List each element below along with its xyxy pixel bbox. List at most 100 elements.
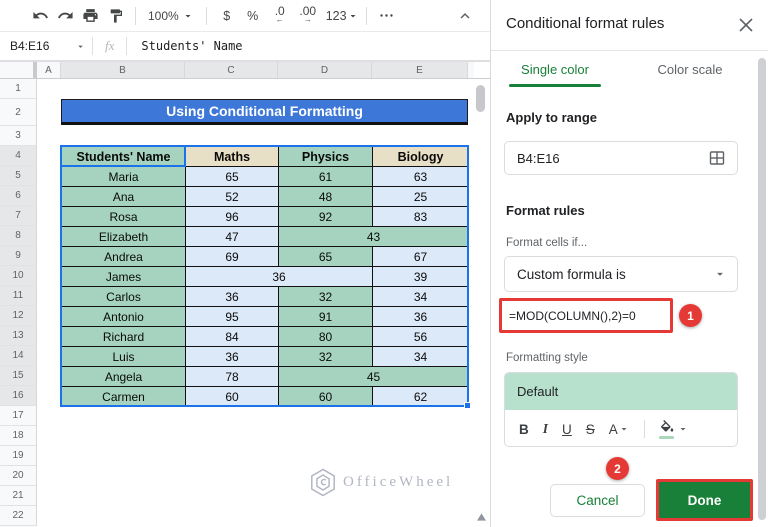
table-header-cell[interactable]: Students' Name: [62, 147, 186, 167]
fill-handle[interactable]: [464, 402, 471, 409]
strikethrough-button[interactable]: S: [586, 422, 595, 437]
table-cell[interactable]: 84: [186, 327, 279, 347]
column-header-C[interactable]: C: [185, 62, 278, 78]
table-cell[interactable]: Antonio: [62, 307, 186, 327]
table-header-cell[interactable]: Physics: [279, 147, 373, 167]
percent-format-button[interactable]: %: [240, 9, 266, 23]
table-cell[interactable]: Andrea: [62, 247, 186, 267]
table-cell[interactable]: 91: [279, 307, 373, 327]
tab-single-color[interactable]: Single color: [509, 62, 601, 77]
row-header-8[interactable]: 8: [0, 226, 37, 246]
table-cell[interactable]: 67: [373, 247, 469, 267]
row-header-22[interactable]: 22: [0, 506, 37, 526]
number-format-button[interactable]: 123: [326, 9, 359, 23]
table-cell[interactable]: 36: [373, 307, 469, 327]
table-cell[interactable]: 95: [186, 307, 279, 327]
table-cell[interactable]: 61: [279, 167, 373, 187]
table-cell[interactable]: 36: [186, 287, 279, 307]
table-cell[interactable]: 25: [373, 187, 469, 207]
table-cell[interactable]: James: [62, 267, 186, 287]
row-header-12[interactable]: 12: [0, 306, 37, 326]
column-header-B[interactable]: B: [61, 62, 185, 78]
bold-button[interactable]: B: [519, 422, 529, 437]
title-banner-cell[interactable]: Using Conditional Formatting: [61, 99, 468, 125]
panel-scrollbar-thumb[interactable]: [758, 58, 766, 520]
column-header-A[interactable]: A: [37, 62, 61, 78]
print-icon[interactable]: [78, 3, 103, 28]
custom-formula-input[interactable]: =MOD(COLUMN(),2)=0: [499, 298, 673, 333]
table-cell[interactable]: 34: [373, 287, 469, 307]
table-cell[interactable]: 32: [279, 347, 373, 367]
currency-format-button[interactable]: $: [214, 9, 240, 23]
close-icon[interactable]: [739, 18, 753, 32]
column-header-E[interactable]: E: [372, 62, 468, 78]
more-options-icon[interactable]: [374, 3, 399, 28]
italic-button[interactable]: I: [543, 421, 548, 437]
range-input[interactable]: B4:E16: [504, 141, 738, 175]
table-cell[interactable]: 63: [373, 167, 469, 187]
table-cell[interactable]: 52: [186, 187, 279, 207]
table-cell[interactable]: 32: [279, 287, 373, 307]
row-header-14[interactable]: 14: [0, 346, 37, 366]
row-header-9[interactable]: 9: [0, 246, 37, 266]
row-header-19[interactable]: 19: [0, 446, 37, 466]
table-cell[interactable]: 47: [186, 227, 279, 247]
name-box[interactable]: B4:E16: [0, 39, 86, 53]
fill-color-button[interactable]: [659, 420, 689, 439]
table-cell[interactable]: 62: [373, 387, 469, 407]
table-cell[interactable]: Carmen: [62, 387, 186, 407]
collapse-toolbar-icon[interactable]: [456, 7, 474, 25]
select-data-range-icon[interactable]: [709, 150, 725, 166]
table-cell[interactable]: 92: [279, 207, 373, 227]
row-header-20[interactable]: 20: [0, 466, 37, 486]
table-cell[interactable]: 48: [279, 187, 373, 207]
row-header-13[interactable]: 13: [0, 326, 37, 346]
table-cell[interactable]: Rosa: [62, 207, 186, 227]
sheet-scrollbar-thumb[interactable]: [476, 85, 485, 112]
paint-format-icon[interactable]: [103, 3, 128, 28]
table-cell[interactable]: 36: [186, 347, 279, 367]
table-cell[interactable]: Elizabeth: [62, 227, 186, 247]
done-button[interactable]: Done: [659, 482, 750, 518]
row-header-15[interactable]: 15: [0, 366, 37, 386]
table-cell[interactable]: 36: [186, 267, 373, 287]
table-cell[interactable]: 83: [373, 207, 469, 227]
row-header-21[interactable]: 21: [0, 486, 37, 506]
condition-dropdown[interactable]: Custom formula is: [504, 256, 738, 292]
table-cell[interactable]: 56: [373, 327, 469, 347]
zoom-select[interactable]: 100%: [143, 9, 199, 23]
row-header-4[interactable]: 4: [0, 146, 37, 166]
table-cell[interactable]: 65: [186, 167, 279, 187]
cancel-button[interactable]: Cancel: [550, 484, 645, 517]
table-cell[interactable]: Richard: [62, 327, 186, 347]
table-cell[interactable]: Luis: [62, 347, 186, 367]
redo-icon[interactable]: [53, 3, 78, 28]
table-cell[interactable]: 60: [186, 387, 279, 407]
row-header-17[interactable]: 17: [0, 406, 37, 426]
row-header-6[interactable]: 6: [0, 186, 37, 206]
row-header-5[interactable]: 5: [0, 166, 37, 186]
undo-icon[interactable]: [28, 3, 53, 28]
table-header-cell[interactable]: Maths: [186, 147, 279, 167]
row-header-10[interactable]: 10: [0, 266, 37, 286]
table-cell[interactable]: Ana: [62, 187, 186, 207]
table-cell[interactable]: 60: [279, 387, 373, 407]
table-cell[interactable]: 39: [373, 267, 469, 287]
column-header-D[interactable]: D: [278, 62, 372, 78]
row-header-2[interactable]: 2: [0, 99, 37, 126]
table-cell[interactable]: 69: [186, 247, 279, 267]
table-cell[interactable]: Carlos: [62, 287, 186, 307]
table-cell[interactable]: 80: [279, 327, 373, 347]
row-header-11[interactable]: 11: [0, 286, 37, 306]
scroll-up-arrow-icon[interactable]: [477, 513, 486, 521]
select-all-corner[interactable]: [0, 62, 37, 78]
row-header-1[interactable]: 1: [0, 79, 37, 99]
row-header-18[interactable]: 18: [0, 426, 37, 446]
table-cell[interactable]: 65: [279, 247, 373, 267]
row-header-7[interactable]: 7: [0, 206, 37, 226]
table-cell[interactable]: 96: [186, 207, 279, 227]
text-color-button[interactable]: A: [609, 422, 630, 437]
table-cell[interactable]: Angela: [62, 367, 186, 387]
table-cell[interactable]: 45: [279, 367, 469, 387]
table-cell[interactable]: 43: [279, 227, 469, 247]
